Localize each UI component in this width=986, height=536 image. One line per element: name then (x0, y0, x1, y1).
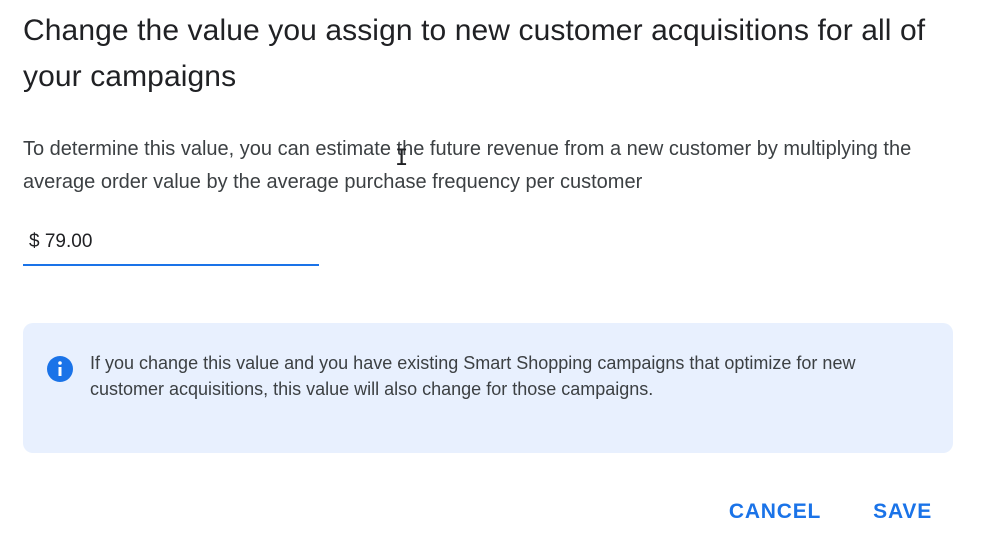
customer-value-field[interactable] (23, 220, 319, 266)
dialog-description: To determine this value, you can estimat… (23, 138, 912, 193)
info-banner-text: If you change this value and you have ex… (90, 353, 856, 399)
dialog-title: Change the value you assign to new custo… (23, 14, 926, 93)
info-banner: If you change this value and you have ex… (23, 323, 953, 453)
save-button[interactable]: SAVE (857, 492, 948, 532)
customer-value-input[interactable] (29, 226, 309, 258)
dialog-actions: CANCEL SAVE (693, 490, 948, 534)
cancel-button[interactable]: CANCEL (713, 492, 837, 532)
info-icon (47, 356, 73, 382)
new-customer-value-dialog: Change the value you assign to new custo… (0, 0, 986, 536)
